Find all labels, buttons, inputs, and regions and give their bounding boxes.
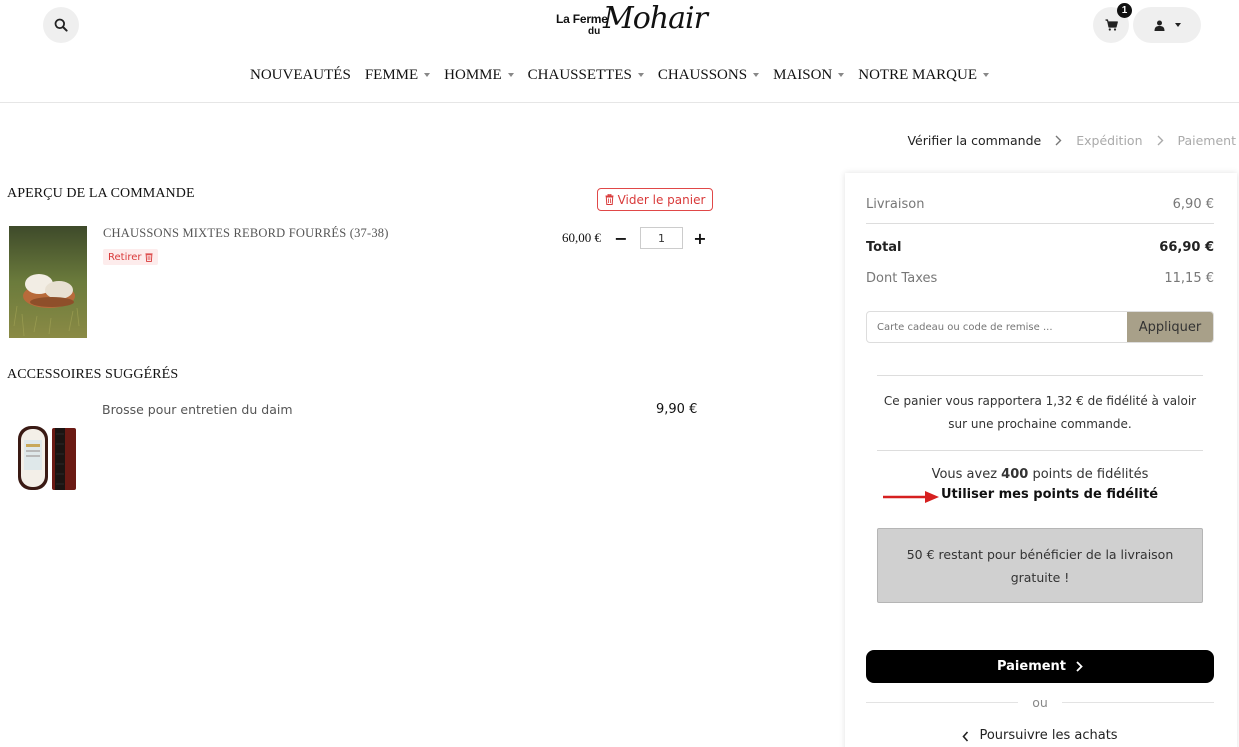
continue-shopping-link[interactable]: Poursuivre les achats bbox=[866, 728, 1214, 743]
main-nav: NOUVEAUTÉS FEMME HOMME CHAUSSETTES CHAUS… bbox=[0, 64, 1239, 86]
tax-row: Dont Taxes 11,15 € bbox=[866, 271, 1214, 286]
arrow-right-icon bbox=[883, 491, 939, 503]
tax-value: 11,15 € bbox=[1164, 271, 1214, 286]
increase-quantity-button[interactable]: + bbox=[689, 227, 711, 249]
or-label: ou bbox=[1032, 695, 1048, 710]
nav-item-notre-marque[interactable]: NOTRE MARQUE bbox=[851, 64, 996, 86]
clear-cart-label: Vider le panier bbox=[617, 192, 706, 207]
points-suffix: points de fidélités bbox=[1028, 467, 1149, 482]
user-icon bbox=[1154, 20, 1164, 31]
suggested-accessories-title: ACCESSOIRES SUGGÉRÉS bbox=[7, 367, 179, 382]
search-button[interactable] bbox=[43, 7, 79, 43]
nav-item-label: FEMME bbox=[364, 66, 419, 83]
chevron-right-icon bbox=[1157, 135, 1163, 146]
product-name[interactable]: CHAUSSONS MIXTES REBORD FOURRÉS (37-38) bbox=[103, 226, 389, 241]
shipping-label: Livraison bbox=[866, 197, 925, 212]
step-payment[interactable]: Paiement bbox=[1178, 133, 1237, 148]
chevron-down-icon bbox=[838, 73, 845, 77]
chevron-right-icon bbox=[1076, 661, 1083, 672]
shipping-row: Livraison 6,90 € bbox=[866, 197, 1214, 212]
total-label: Total bbox=[866, 240, 902, 255]
decrease-quantity-button[interactable]: − bbox=[610, 227, 632, 249]
chevron-down-icon bbox=[753, 73, 760, 77]
chevron-down-icon bbox=[637, 73, 644, 77]
logo-text-du: du bbox=[588, 26, 601, 37]
nav-item-femme[interactable]: FEMME bbox=[358, 64, 437, 86]
logo-text-top: La Ferme bbox=[556, 12, 608, 26]
free-shipping-notice: 50 € restant pour bénéficier de la livra… bbox=[877, 528, 1203, 603]
loyalty-earn-text: Ce panier vous rapportera 1,32 € de fidé… bbox=[866, 390, 1214, 436]
tax-label: Dont Taxes bbox=[866, 271, 938, 286]
chevron-down-icon bbox=[424, 73, 431, 77]
cart-icon bbox=[1105, 19, 1118, 31]
points-value: 400 bbox=[1001, 467, 1029, 482]
loyalty-earn-line1: Ce panier vous rapportera 1,32 € de fidé… bbox=[883, 394, 1197, 408]
free-shipping-line1: 50 € restant pour bénéficier de la livra… bbox=[906, 547, 1174, 562]
product-image[interactable] bbox=[9, 226, 87, 338]
chevron-down-icon bbox=[1174, 23, 1181, 27]
apply-coupon-button[interactable]: Appliquer bbox=[1127, 312, 1213, 342]
order-overview-title: APERÇU DE LA COMMANDE bbox=[7, 186, 195, 201]
loyalty-earn-line2: sur une prochaine commande. bbox=[948, 417, 1132, 431]
clear-cart-button[interactable]: Vider le panier bbox=[597, 188, 713, 211]
remove-item-button[interactable]: Retirer bbox=[103, 249, 158, 265]
use-loyalty-points-link[interactable]: Utiliser mes points de fidélité bbox=[941, 487, 1158, 502]
accessory-name[interactable]: Brosse pour entretien du daim bbox=[102, 402, 293, 417]
logo[interactable]: La Ferme du Mohair bbox=[553, 1, 708, 46]
total-row: Total 66,90 € bbox=[866, 240, 1214, 255]
points-balance-text: Vous avez 400 points de fidélités bbox=[866, 467, 1214, 482]
item-price: 60,00 € bbox=[562, 230, 601, 245]
payment-button[interactable]: Paiement bbox=[866, 650, 1214, 683]
nav-item-label: MAISON bbox=[773, 66, 833, 83]
nav-item-label: CHAUSSONS bbox=[657, 66, 748, 83]
coupon-form: Appliquer bbox=[866, 311, 1214, 343]
remove-item-label: Retirer bbox=[108, 251, 142, 263]
chevron-left-icon bbox=[962, 731, 969, 742]
nav-item-nouveautes[interactable]: NOUVEAUTÉS bbox=[243, 64, 358, 86]
coupon-input[interactable] bbox=[867, 312, 1127, 342]
chevron-right-icon bbox=[1055, 135, 1062, 146]
chevron-down-icon bbox=[507, 73, 514, 77]
divider bbox=[866, 702, 1019, 703]
trash-icon bbox=[605, 194, 614, 205]
checkout-steps: Vérifier la commande Expédition Paiement bbox=[907, 133, 1236, 148]
chevron-down-icon bbox=[983, 73, 989, 77]
cart-count-badge: 1 bbox=[1117, 3, 1132, 18]
accessory-price: 9,90 € bbox=[656, 402, 698, 417]
divider bbox=[877, 375, 1203, 376]
nav-item-label: CHAUSSETTES bbox=[527, 66, 632, 83]
account-menu-button[interactable] bbox=[1133, 7, 1201, 43]
site-header: La Ferme du Mohair 1 NOUVEAUTÉS FEMME HO… bbox=[0, 0, 1239, 103]
total-value: 66,90 € bbox=[1159, 240, 1214, 255]
or-separator: ou bbox=[866, 695, 1215, 710]
quantity-input[interactable] bbox=[640, 227, 683, 249]
search-icon bbox=[54, 18, 68, 32]
divider bbox=[1061, 702, 1215, 703]
divider bbox=[866, 223, 1214, 224]
payment-button-label: Paiement bbox=[996, 659, 1067, 674]
step-shipping[interactable]: Expédition bbox=[1076, 133, 1142, 148]
nav-item-label: NOUVEAUTÉS bbox=[249, 66, 351, 83]
nav-item-homme[interactable]: HOMME bbox=[437, 64, 521, 86]
free-shipping-line2: gratuite ! bbox=[1010, 570, 1070, 585]
nav-item-label: HOMME bbox=[444, 66, 502, 83]
accessory-image[interactable] bbox=[14, 420, 80, 492]
shipping-value: 6,90 € bbox=[1172, 197, 1214, 212]
trash-icon bbox=[144, 253, 153, 262]
nav-item-chaussons[interactable]: CHAUSSONS bbox=[651, 64, 766, 86]
logo-text-script: Mohair bbox=[603, 1, 708, 36]
nav-item-label: NOTRE MARQUE bbox=[858, 66, 977, 83]
continue-shopping-label: Poursuivre les achats bbox=[979, 728, 1118, 743]
step-verify-order[interactable]: Vérifier la commande bbox=[907, 133, 1041, 148]
points-prefix: Vous avez bbox=[931, 467, 1002, 482]
nav-item-chaussettes[interactable]: CHAUSSETTES bbox=[521, 64, 651, 86]
divider bbox=[877, 450, 1203, 451]
nav-item-maison[interactable]: MAISON bbox=[766, 64, 851, 86]
order-summary-panel: Livraison 6,90 € Total 66,90 € Dont Taxe… bbox=[845, 173, 1237, 747]
